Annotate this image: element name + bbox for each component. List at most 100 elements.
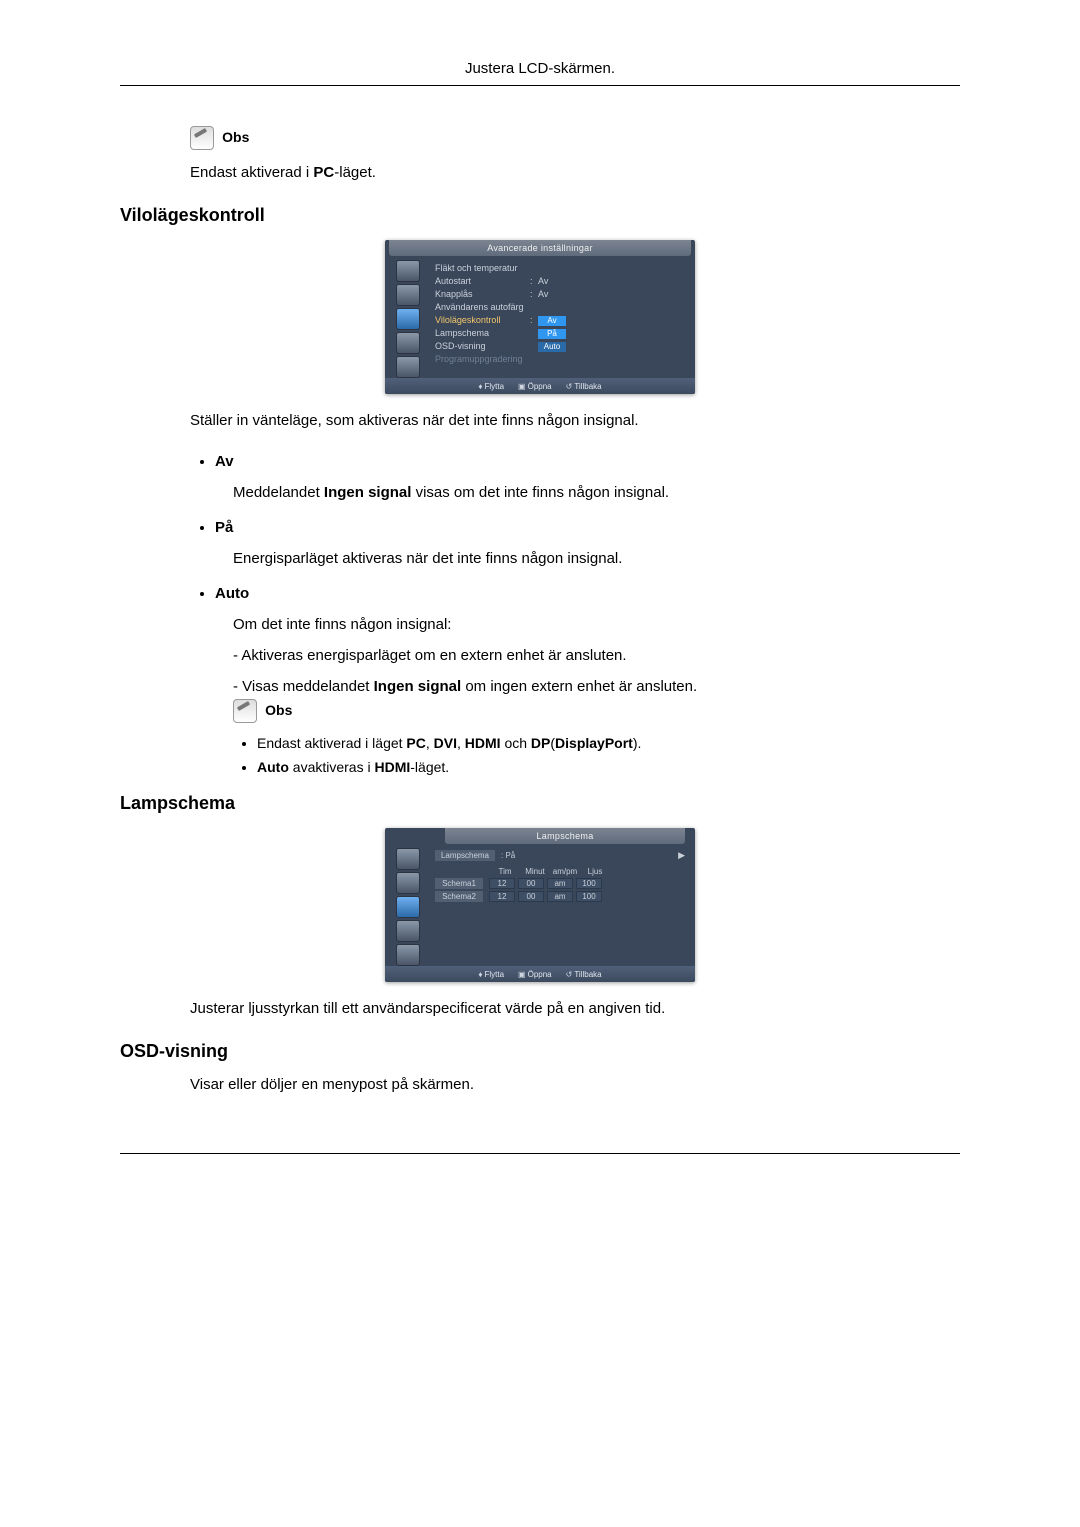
- osd-tab-icon[interactable]: [396, 332, 420, 354]
- osd-advanced-settings: Avancerade inställningar Fläkt och tempe…: [385, 240, 695, 394]
- return-icon: ↺: [566, 970, 573, 979]
- val-lamp[interactable]: På: [538, 329, 566, 339]
- osd-tab-icon[interactable]: [396, 896, 420, 918]
- osd-tab-icon[interactable]: [396, 920, 420, 942]
- opt-auto-label: Auto: [215, 585, 249, 602]
- footer-open: Öppna: [528, 970, 552, 979]
- lamp-row1-tag[interactable]: Schema1: [435, 878, 483, 889]
- osd-tab-icon[interactable]: [396, 260, 420, 282]
- note-label: Obs: [265, 702, 292, 718]
- note1-text-prefix: Endast aktiverad i: [190, 164, 313, 181]
- osd1-footer: ♦Flytta ▣Öppna ↺Tillbaka: [385, 378, 695, 394]
- footer-back: Tillbaka: [574, 382, 601, 391]
- lamp-h2: Minut: [520, 867, 550, 876]
- pencil-note-icon: [233, 699, 257, 723]
- osd1-right-list: Fläkt och temperatur Autostart:Av Knappl…: [431, 256, 695, 378]
- section-lamp-heading: Lampschema: [120, 793, 960, 814]
- osd2-title: Lampschema: [445, 828, 685, 844]
- sleep-options-list: Av Meddelandet Ingen signal visas om det…: [190, 453, 960, 775]
- opt-auto-l1: - Aktiveras energisparläget om en extern…: [233, 647, 960, 664]
- osd-tab-icon[interactable]: [396, 284, 420, 306]
- opt-auto-l2-prefix: - Visas meddelandet: [233, 678, 374, 695]
- row-usercolor[interactable]: Användarens autofärg: [435, 301, 530, 314]
- section-sleep-heading: Vilolägeskontroll: [120, 205, 960, 226]
- opt-auto-l2-bold: Ingen signal: [374, 678, 462, 695]
- row-fan[interactable]: Fläkt och temperatur: [435, 262, 530, 275]
- subnote2: Auto avaktiveras i HDMI-läget.: [257, 759, 960, 775]
- opt-auto-intro: Om det inte finns någon insignal:: [233, 616, 960, 633]
- section-osd-heading: OSD-visning: [120, 1041, 960, 1062]
- lamp-top-val: : På: [501, 851, 561, 860]
- lamp-r2-v2[interactable]: 00: [518, 891, 544, 902]
- header-rule: [120, 85, 960, 86]
- sn1-prefix: Endast aktiverad i läget: [257, 735, 406, 751]
- osd-tab-icon[interactable]: [396, 944, 420, 966]
- footer-rule: [120, 1153, 960, 1154]
- osd-tab-icon[interactable]: [396, 356, 420, 378]
- subnote1: Endast aktiverad i läget PC, DVI, HDMI o…: [257, 735, 960, 751]
- lamp-r1-v4[interactable]: 100: [576, 878, 602, 889]
- lamp-r1-v3[interactable]: am: [547, 878, 573, 889]
- row-lamp[interactable]: Lampschema: [435, 327, 530, 340]
- osd-lamp-schema: Lampschema Lampschema : På ▶ T: [385, 828, 695, 982]
- val-keylock: Av: [538, 288, 548, 301]
- lamp-r1-v1[interactable]: 12: [489, 878, 515, 889]
- row-osdview[interactable]: OSD-visning: [435, 340, 530, 353]
- row-upgrade: Programuppgradering: [435, 353, 530, 366]
- osd-tab-icon[interactable]: [396, 872, 420, 894]
- row-sleep[interactable]: Vilolägeskontroll: [435, 314, 530, 327]
- sn2-m1: avaktiveras i: [289, 759, 375, 775]
- enter-icon: ▣: [518, 382, 526, 391]
- val-autostart: Av: [538, 275, 548, 288]
- lamp-row2-tag[interactable]: Schema2: [435, 891, 483, 902]
- note-block-1: Obs Endast aktiverad i PC-läget.: [190, 126, 960, 181]
- lamp-h4: Ljus: [580, 867, 610, 876]
- sleep-intro: Ställer in vänteläge, som aktiveras när …: [190, 412, 960, 429]
- return-icon: ↺: [566, 382, 573, 391]
- pencil-note-icon: [190, 126, 214, 150]
- sn1-b1: PC: [406, 735, 425, 751]
- osd-desc: Visar eller döljer en menypost på skärme…: [190, 1076, 960, 1093]
- note1-text-bold: PC: [313, 164, 334, 181]
- sn1-b4: DP: [531, 735, 550, 751]
- sn1-m2: ,: [457, 735, 465, 751]
- note-label: Obs: [222, 129, 249, 145]
- sn2-b2: HDMI: [374, 759, 410, 775]
- footer-move: Flytta: [484, 382, 504, 391]
- opt-auto-l2-suffix: om ingen extern enhet är ansluten.: [461, 678, 697, 695]
- sn1-m3: och: [501, 735, 531, 751]
- opt-pa-label: På: [215, 519, 233, 536]
- footer-move: Flytta: [484, 970, 504, 979]
- footer-back: Tillbaka: [574, 970, 601, 979]
- enter-icon: ▣: [518, 970, 526, 979]
- val-osdview[interactable]: Auto: [538, 342, 566, 352]
- row-autostart[interactable]: Autostart: [435, 275, 530, 288]
- lamp-r1-v2[interactable]: 00: [518, 878, 544, 889]
- sn1-m5: ).: [633, 735, 642, 751]
- opt-pa-desc: Energisparläget aktiveras när det inte f…: [233, 550, 960, 567]
- osd-tab-icon[interactable]: [396, 308, 420, 330]
- osd2-footer: ♦Flytta ▣Öppna ↺Tillbaka: [385, 966, 695, 982]
- sn1-b3: HDMI: [465, 735, 501, 751]
- sn2-m2: -läget.: [410, 759, 449, 775]
- lamp-r2-v4[interactable]: 100: [576, 891, 602, 902]
- row-keylock[interactable]: Knapplås: [435, 288, 530, 301]
- sn1-b5: DisplayPort: [555, 735, 633, 751]
- osd-tab-icon[interactable]: [396, 848, 420, 870]
- opt-av-bold: Ingen signal: [324, 484, 412, 501]
- lamp-r2-v1[interactable]: 12: [489, 891, 515, 902]
- note1-text-suffix: -läget.: [334, 164, 376, 181]
- osd2-right: Lampschema : På ▶ Tim Minut am/pm Ljus S…: [431, 844, 695, 966]
- osd2-left-icons: [385, 844, 431, 966]
- opt-av-label: Av: [215, 453, 234, 470]
- opt-av-suffix: visas om det inte finns någon insignal.: [411, 484, 669, 501]
- osd1-title: Avancerade inställningar: [389, 240, 691, 256]
- lamp-desc: Justerar ljusstyrkan till ett användarsp…: [190, 1000, 960, 1017]
- lamp-top-label[interactable]: Lampschema: [435, 850, 495, 861]
- lamp-r2-v3[interactable]: am: [547, 891, 573, 902]
- footer-open: Öppna: [528, 382, 552, 391]
- lamp-h3: am/pm: [550, 867, 580, 876]
- arrow-right-icon[interactable]: ▶: [678, 850, 685, 861]
- move-icon: ♦: [478, 970, 482, 979]
- val-sleep[interactable]: Av: [538, 316, 566, 326]
